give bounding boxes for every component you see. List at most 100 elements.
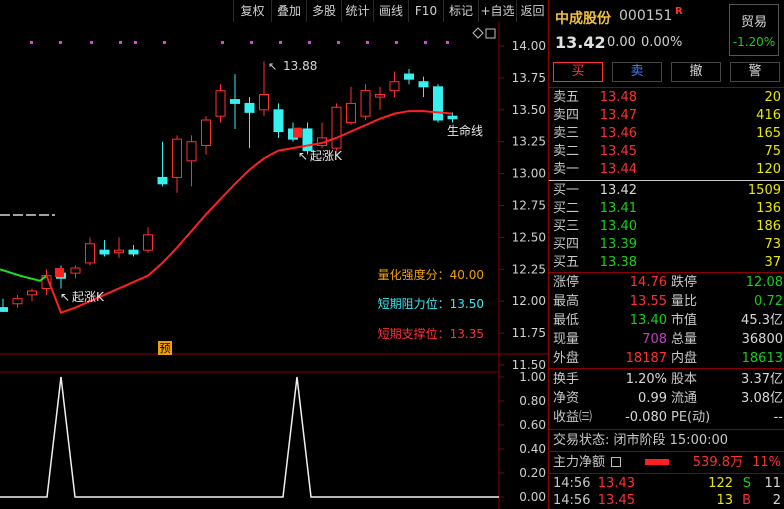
toolbar-adjust-button[interactable]: 复权 [233,0,271,22]
ma-label: 生命线 [447,123,483,138]
strength-label: 量化强度分：40.00 [378,267,484,282]
buy-button[interactable]: 买 [553,62,603,82]
main-flow-value: 539.8万 [692,455,743,470]
toolbar-add-watchlist-button[interactable]: +自选 [478,0,516,22]
candle-body [12,298,23,305]
price-tick-label: 13.50 [512,103,546,117]
list-icon[interactable] [611,457,621,467]
ask-volume: 20 [764,90,781,105]
alert-button[interactable]: 警 [730,62,780,82]
book-divider [549,180,784,181]
stat-key: PE(动) [671,410,711,425]
stat-row: 收益㈢ -0.080 PE(动) -- [549,409,784,426]
signal-dot [279,41,282,44]
ask-label: 卖一 [553,162,580,177]
ma-layer [0,110,453,314]
candle-body [215,90,226,117]
indicator-tick-label: 0.40 [519,442,546,456]
candle-body [360,90,371,117]
price-change: 0.00 [607,35,636,50]
signal-dot [424,41,427,44]
kline-chart[interactable]: 14.00 13.75 13.50 13.25 13.00 12.75 12.50 12.25… [0,22,548,509]
sector-box[interactable]: 贸易 -1.20% [729,4,779,56]
support-label: 短期支撑位：13.35 [378,326,484,341]
toolbar-stats-button[interactable]: 统计 [341,0,373,22]
signal-dot [59,41,62,44]
stat-value: 45.3亿 [741,313,783,328]
tick-row: 14:56 13.45 13 B 2 [549,492,784,509]
main-flow-row[interactable]: 主力净额 539.8万 11% [549,454,784,471]
bid-label: 买五 [553,255,580,270]
stat-value: 14.76 [629,275,667,290]
ask-volume: 120 [756,162,781,177]
stat-value: 0.99 [638,391,667,406]
toolbar-back-button[interactable]: 返回 [516,0,548,22]
bid-price: 13.41 [599,201,637,216]
main-flow-label: 主力净额 [553,455,606,470]
ask-volume: 165 [756,126,781,141]
bid-row: 买四 13.39 73 [549,236,784,253]
toolbar-mark-button[interactable]: 标记 [443,0,478,22]
stat-key: 总量 [671,332,698,347]
forecast-badge[interactable]: 预 [158,341,172,355]
candle-body [99,249,110,255]
ask-label: 卖五 [553,90,580,105]
price-tick-label: 11.75 [512,326,546,340]
tick-time: 14:56 [553,493,591,508]
candle-body [230,99,240,104]
high-price-label: 13.88 [283,59,317,73]
stat-value: 13.40 [629,313,667,328]
stat-key: 涨停 [553,275,580,290]
sell-button[interactable]: 卖 [612,62,662,82]
signal-dot [134,41,137,44]
signal-dots [30,41,449,44]
bid-label: 买一 [553,183,580,198]
candle-body [143,234,153,251]
candle-body [259,93,269,111]
settings-square-icon[interactable] [485,28,496,39]
stat-row: 净资 0.99 流通 3.08亿 [549,390,784,407]
price-axis: 14.00 13.75 13.50 13.25 13.00 12.75 12.50 12.25… [499,39,546,372]
diamond-icon[interactable] [472,27,484,39]
stat-row: 换手 1.20% 股本 3.37亿 [549,371,784,388]
bid-volume: 37 [764,255,781,270]
stat-row: 现量 708 总量 36800 [549,331,784,348]
tick-volume: 13 [716,493,733,508]
signal-arrow-2: ↖ [60,290,70,304]
toolbar-overlay-button[interactable]: 叠加 [271,0,306,22]
resistance-label: 短期阻力位：13.50 [378,296,484,311]
signal-dot [119,41,122,44]
ask-label: 卖二 [553,144,580,159]
cancel-button[interactable]: 撤 [671,62,721,82]
ask-row: 卖三 13.46 165 [549,125,784,142]
price-tick-label: 14.00 [512,39,546,53]
trade-status: 交易状态: 闭市阶段 15:00:00 [553,433,729,448]
signal-dot [30,41,33,44]
signal-label-2: 起涨K [72,289,105,304]
bid-price: 13.38 [599,255,637,270]
toolbar-draw-button[interactable]: 画线 [373,0,408,22]
ask-row: 卖四 13.47 416 [549,107,784,124]
stat-value: 708 [642,332,667,347]
ask-label: 卖三 [553,126,580,141]
stat-key: 流通 [671,391,698,406]
candle-body [433,86,443,121]
toolbar-multi-stock-button[interactable]: 多股 [306,0,341,22]
signal-label-1: 起涨K [310,148,343,163]
chart-toolbar: 复权 叠加 多股 统计 画线 F10 标记 +自选 返回 [0,0,548,22]
toolbar-f10-button[interactable]: F10 [408,0,443,22]
stat-key: 最低 [553,313,580,328]
bid-row: 买五 13.38 37 [549,254,784,271]
stat-value: 18613 [741,351,783,366]
tick-side: B [742,493,751,508]
stat-value: -0.080 [625,410,667,425]
candle-body [389,81,400,92]
stat-key: 市值 [671,313,698,328]
stat-key: 量比 [671,294,698,309]
ask-volume: 416 [756,108,781,123]
stat-key: 跌停 [671,275,698,290]
stat-key: 现量 [553,332,580,347]
bid-volume: 186 [756,219,781,234]
stat-value: 0.72 [754,294,783,309]
ask-volume: 75 [764,144,781,159]
